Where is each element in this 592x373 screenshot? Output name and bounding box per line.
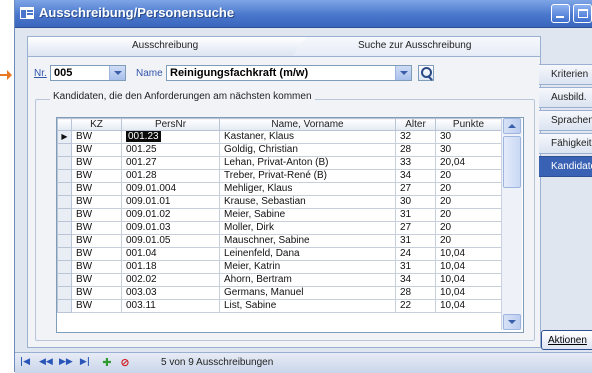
nr-combobox[interactable]: 005: [50, 65, 126, 81]
side-tab-sprachen[interactable]: Sprachen: [539, 110, 592, 131]
last-record-icon[interactable]: ▶|: [79, 357, 91, 368]
search-button[interactable]: [418, 65, 434, 81]
candidates-grid[interactable]: KZ PersNr Name, Vorname Alter Punkte ▶ BW…: [56, 117, 524, 333]
maximize-button[interactable]: [573, 4, 592, 23]
aktionen-button[interactable]: Aktionen: [541, 330, 592, 350]
table-row[interactable]: BW 003.03 Germans, Manuel 28 10,04: [57, 286, 502, 300]
scroll-down-icon[interactable]: [503, 314, 521, 330]
row-indicator-header: [57, 118, 72, 131]
candidates-table: KZ PersNr Name, Vorname Alter Punkte ▶ BW…: [57, 118, 502, 313]
table-row[interactable]: BW 009.01.004 Mehliger, Klaus 27 20: [57, 182, 502, 196]
record-status-text: 5 von 9 Ausschreibungen: [161, 357, 274, 368]
chevron-down-icon[interactable]: [109, 66, 125, 80]
search-row: Nr. 005 Name Reinigungsfachkraft (m/w): [28, 64, 540, 84]
scroll-thumb[interactable]: [503, 136, 521, 188]
pointer-arrow-icon: [0, 70, 12, 80]
table-row[interactable]: BW 001.18 Meier, Katrin 31 10,04: [57, 260, 502, 274]
main-window: Ausschreibung/Personensuche Ausschreibun…: [14, 0, 592, 373]
table-row[interactable]: BW 001.27 Lehan, Privat-Anton (B) 33 20,04: [57, 156, 502, 170]
column-header-name[interactable]: Name, Vorname: [219, 118, 396, 131]
column-header-alter[interactable]: Alter: [395, 118, 436, 131]
status-bar: |◀ ◀◀ ▶▶ ▶| ✚ ⊘ 5 von 9 Ausschreibungen: [15, 352, 592, 373]
nr-label: Nr.: [34, 68, 47, 79]
name-label: Name: [136, 68, 163, 79]
nr-value: 005: [54, 67, 73, 79]
table-row[interactable]: BW 009.01.02 Meier, Sabine 31 20: [57, 208, 502, 222]
scroll-up-icon[interactable]: [503, 118, 521, 134]
candidates-group-title: Kandidaten, die den Anforderungen am näc…: [50, 91, 315, 102]
column-header-punkte[interactable]: Punkte: [435, 118, 502, 131]
table-row[interactable]: BW 001.28 Treber, Privat-René (B) 34 20: [57, 169, 502, 183]
side-tab-ausbildung[interactable]: Ausbild.: [539, 87, 592, 108]
title-bar: Ausschreibung/Personensuche: [15, 0, 592, 28]
table-row[interactable]: BW 001.04 Leinenfeld, Dana 24 10,04: [57, 247, 502, 261]
previous-record-icon[interactable]: ◀◀: [39, 357, 53, 368]
table-row[interactable]: BW 009.01.01 Krause, Sebastian 30 20: [57, 195, 502, 209]
minimize-button[interactable]: [551, 4, 570, 23]
name-value: Reinigungsfachkraft (m/w): [170, 67, 309, 79]
window-title: Ausschreibung/Personensuche: [39, 5, 235, 20]
table-header-row: KZ PersNr Name, Vorname Alter Punkte: [57, 118, 502, 131]
table-row[interactable]: BW 003.11 List, Sabine 22 10,04: [57, 299, 502, 313]
search-panel: Ausschreibung Suche zur Ausschreibung Nr…: [27, 36, 541, 348]
table-row[interactable]: BW 001.25 Goldig, Christian 28 30: [57, 143, 502, 157]
table-row[interactable]: ▶ BW 001.23 Kastaner, Klaus 32 30: [57, 130, 502, 144]
side-tab-bar: Kriterien Ausbild. Sprachen Fähigkeiten …: [539, 64, 592, 179]
first-record-icon[interactable]: |◀: [19, 357, 31, 368]
table-row[interactable]: BW 009.01.03 Moller, Dirk 27 20: [57, 221, 502, 235]
tab-ausschreibung[interactable]: Ausschreibung: [132, 40, 198, 51]
table-row[interactable]: BW 009.01.05 Mauschner, Sabine 31 20: [57, 234, 502, 248]
side-tab-kriterien[interactable]: Kriterien: [539, 64, 592, 85]
table-row[interactable]: BW 002.02 Ahorn, Bertram 34 10,04: [57, 273, 502, 287]
vertical-scrollbar[interactable]: [501, 118, 522, 330]
main-tab-bar: Ausschreibung Suche zur Ausschreibung: [28, 37, 540, 57]
tab-suche-zur-ausschreibung[interactable]: Suche zur Ausschreibung: [358, 40, 471, 51]
next-record-icon[interactable]: ▶▶: [59, 357, 73, 368]
chevron-down-icon[interactable]: [395, 66, 411, 80]
current-row-indicator-icon: ▶: [57, 130, 72, 144]
app-window-icon: [20, 7, 34, 19]
name-combobox[interactable]: Reinigungsfachkraft (m/w): [166, 65, 412, 81]
side-tab-kandidaten[interactable]: Kandidaten: [539, 156, 592, 177]
add-record-icon[interactable]: ✚: [101, 357, 113, 368]
column-header-kz[interactable]: KZ: [71, 118, 122, 131]
selected-cell: 001.23: [126, 131, 161, 142]
column-header-persnr[interactable]: PersNr: [121, 118, 220, 131]
delete-record-icon[interactable]: ⊘: [119, 357, 131, 368]
maximize-icon: [578, 9, 588, 18]
minimize-icon: [556, 16, 564, 18]
side-tab-faehigkeiten[interactable]: Fähigkeiten: [539, 133, 592, 154]
